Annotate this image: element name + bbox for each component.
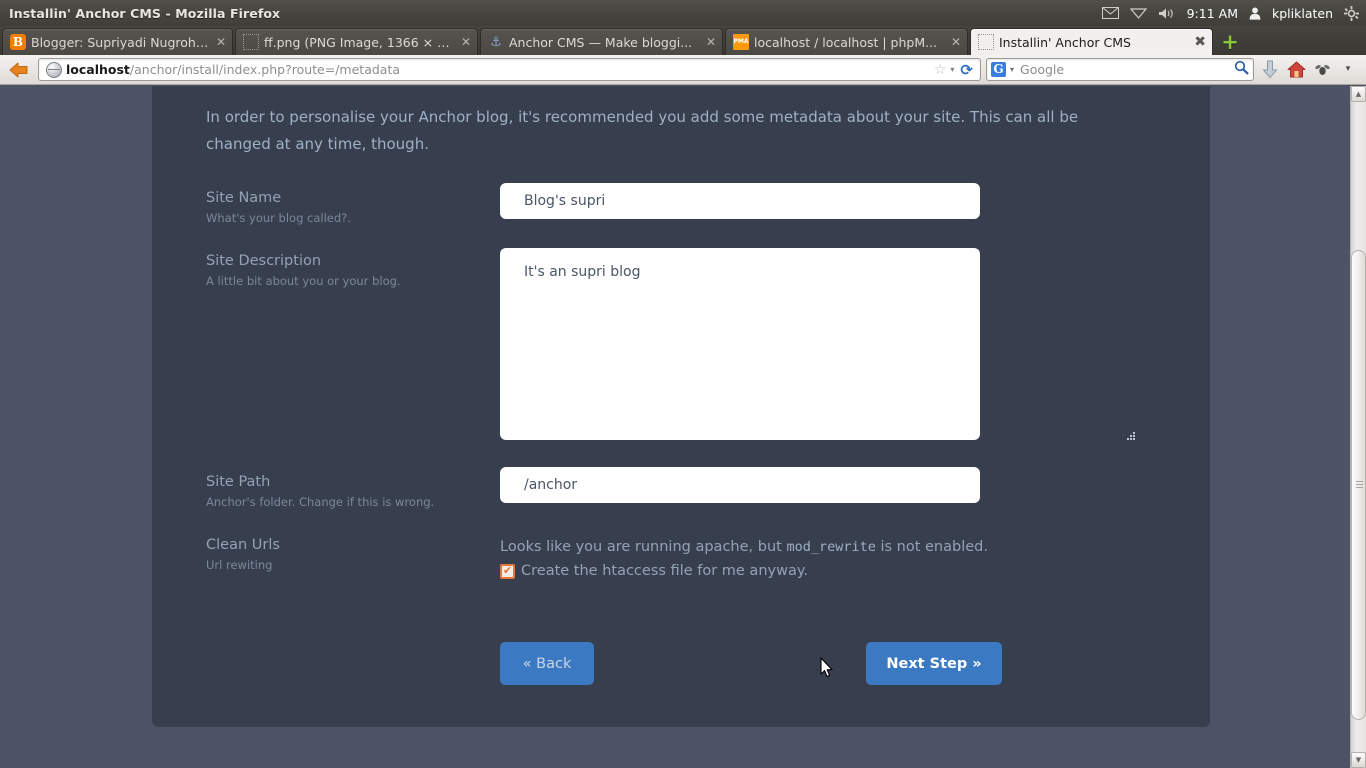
scrollbar-thumb[interactable] — [1351, 250, 1366, 720]
browser-tab-strip: B Blogger: Supriyadi Nugroho... ✕ ff.png… — [0, 26, 1366, 55]
browser-tab-2[interactable]: ff.png (PNG Image, 1366 × 7... ✕ — [235, 28, 478, 55]
back-button[interactable]: « Back — [500, 642, 594, 685]
tab-label: localhost / localhost | phpM... — [754, 34, 938, 50]
system-indicators: 9:11 AM kpliklaten — [1101, 5, 1366, 21]
blank-page-icon — [243, 34, 259, 50]
os-title-bar: Installin' Anchor CMS - Mozilla Firefox … — [0, 0, 1366, 26]
clock[interactable]: 9:11 AM — [1187, 6, 1238, 21]
tab-label: Anchor CMS — Make bloggi... — [509, 34, 693, 50]
form-row-site-path: Site Path Anchor's folder. Change if thi… — [206, 467, 1156, 533]
intro-paragraph: In order to personalise your Anchor blog… — [206, 108, 1079, 153]
phpmyadmin-icon: PMA — [733, 34, 749, 50]
gear-icon[interactable] — [1344, 5, 1359, 21]
textarea-resize-handle[interactable] — [1126, 432, 1136, 442]
site-description-textarea[interactable] — [500, 248, 980, 440]
search-bar[interactable]: G ▾ Google — [986, 58, 1254, 81]
clean-urls-label: Clean Urls — [206, 537, 280, 553]
scroll-up-button[interactable]: ▲ — [1351, 86, 1366, 102]
message-after: is not enabled. — [875, 539, 988, 555]
site-description-label-group: Site Description A little bit about you … — [206, 252, 446, 290]
site-path-label: Site Path — [206, 474, 271, 490]
browser-toolbar: localhost/anchor/install/index.php?route… — [0, 55, 1366, 85]
clean-urls-hint: Url rewiting — [206, 558, 273, 572]
close-icon[interactable]: ✕ — [706, 36, 716, 48]
site-path-input[interactable] — [500, 467, 980, 503]
back-arrow-icon[interactable] — [5, 58, 33, 82]
addons-icon[interactable] — [1309, 57, 1335, 83]
tab-label: Installin' Anchor CMS — [999, 34, 1131, 50]
close-icon[interactable]: ✕ — [216, 36, 226, 48]
browser-tab-3[interactable]: ⚓ Anchor CMS — Make bloggi... ✕ — [480, 28, 723, 55]
clean-urls-body: Looks like you are running apache, but m… — [500, 536, 1120, 579]
htaccess-checkbox-row[interactable]: Create the htaccess file for me anyway. — [500, 563, 1120, 579]
mod-rewrite-code: mod_rewrite — [786, 539, 876, 555]
install-panel: In order to personalise your Anchor blog… — [152, 86, 1210, 727]
new-tab-button[interactable]: + — [1218, 30, 1242, 54]
search-icon[interactable] — [1234, 60, 1249, 79]
form-row-site-name: Site Name What's your blog called?. — [206, 183, 1156, 249]
browser-tab-1[interactable]: B Blogger: Supriyadi Nugroho... ✕ — [2, 28, 233, 55]
browser-tab-5-active[interactable]: Installin' Anchor CMS ✖ — [970, 28, 1213, 55]
close-icon[interactable]: ✖ — [1194, 35, 1206, 49]
url-host: localhost — [66, 62, 130, 77]
window-title: Installin' Anchor CMS - Mozilla Firefox — [9, 5, 281, 21]
site-description-hint: A little bit about you or your blog. — [206, 274, 401, 288]
reload-icon[interactable]: ⟳ — [960, 61, 973, 79]
tab-label: ff.png (PNG Image, 1366 × 7... — [264, 34, 455, 50]
clean-urls-label-group: Clean Urls Url rewiting — [206, 536, 446, 574]
site-path-label-group: Site Path Anchor's folder. Change if thi… — [206, 473, 446, 511]
form-row-clean-urls: Clean Urls Url rewiting Looks like you a… — [206, 536, 1156, 606]
home-icon[interactable] — [1283, 57, 1309, 83]
volume-icon[interactable] — [1158, 7, 1176, 20]
search-input[interactable]: Google — [1020, 62, 1234, 77]
message-before: Looks like you are running apache, but — [500, 539, 787, 555]
page-viewport: In order to personalise your Anchor blog… — [0, 86, 1350, 768]
next-step-button[interactable]: Next Step » — [866, 642, 1002, 685]
site-name-label-group: Site Name What's your blog called?. — [206, 189, 446, 227]
scroll-down-button[interactable]: ▼ — [1351, 752, 1366, 768]
form-actions: « Back Next Step » — [206, 642, 1156, 685]
envelope-icon[interactable] — [1101, 7, 1119, 19]
toolbar-overflow-icon[interactable]: ▾ — [1335, 57, 1361, 83]
site-name-label: Site Name — [206, 190, 282, 206]
close-icon[interactable]: ✕ — [951, 36, 961, 48]
url-path: /anchor/install/index.php?route=/metadat… — [129, 62, 401, 77]
page-scrollbar[interactable]: ▲ ▼ — [1350, 86, 1366, 768]
user-icon — [1249, 7, 1261, 20]
google-icon: G — [991, 62, 1006, 77]
username-label[interactable]: kpliklaten — [1272, 6, 1333, 21]
form-row-site-description: Site Description A little bit about you … — [206, 248, 1156, 452]
url-text: localhost/anchor/install/index.php?route… — [66, 62, 400, 77]
chevron-down-icon[interactable]: ▾ — [950, 65, 954, 74]
browser-tab-4[interactable]: PMA localhost / localhost | phpM... ✕ — [725, 28, 968, 55]
downloads-icon[interactable] — [1257, 57, 1283, 83]
site-description-label: Site Description — [206, 253, 322, 269]
globe-icon — [46, 61, 62, 78]
scrollbar-grip — [1356, 481, 1363, 489]
tab-label: Blogger: Supriyadi Nugroho... — [31, 34, 210, 50]
site-name-hint: What's your blog called?. — [206, 211, 351, 225]
site-path-hint: Anchor's folder. Change if this is wrong… — [206, 495, 435, 509]
close-icon[interactable]: ✕ — [461, 36, 471, 48]
anchor-icon: ⚓ — [490, 34, 502, 50]
wifi-icon[interactable] — [1129, 7, 1147, 19]
blogger-icon: B — [10, 34, 26, 50]
chevron-down-icon[interactable]: ▾ — [1010, 65, 1014, 74]
checkbox-checked-icon[interactable] — [500, 563, 515, 579]
blank-page-icon — [978, 34, 994, 50]
site-name-input[interactable] — [500, 183, 980, 219]
bookmark-star-icon[interactable]: ☆ — [934, 62, 947, 78]
url-bar[interactable]: localhost/anchor/install/index.php?route… — [38, 58, 981, 81]
mod-rewrite-message: Looks like you are running apache, but m… — [500, 536, 1120, 558]
htaccess-checkbox-label: Create the htaccess file for me anyway. — [521, 563, 808, 579]
